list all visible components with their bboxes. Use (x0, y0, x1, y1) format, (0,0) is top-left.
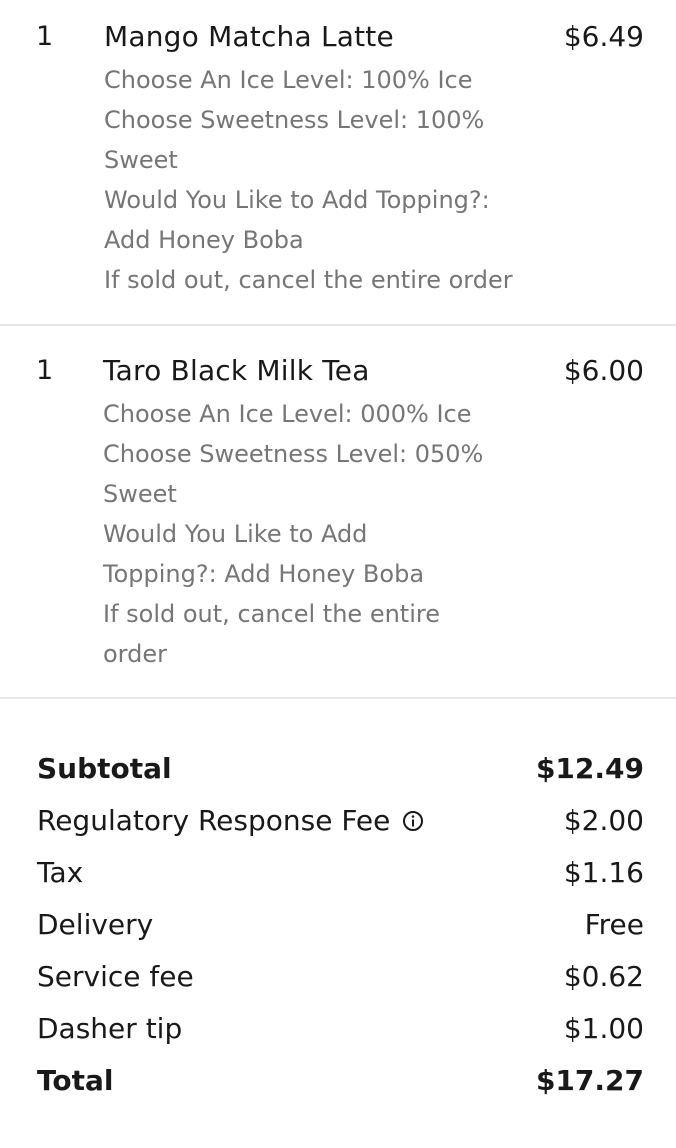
delivery-row: Delivery Free (0, 901, 676, 953)
total-row: Total $17.27 (0, 1057, 676, 1109)
item-quantity: 1 (36, 355, 54, 386)
service-fee-value: $0.62 (563, 960, 644, 993)
subtotal-label: Subtotal (37, 752, 172, 785)
regulatory-fee-label-wrap: Regulatory Response Fee (37, 803, 424, 839)
item-price: $6.00 (563, 354, 644, 387)
item-options: Choose An Ice Level: 000% Ice Choose Swe… (103, 394, 523, 674)
service-fee-label: Service fee (37, 960, 194, 993)
item-option-line: Would You Like to Add Topping?: (104, 186, 490, 214)
divider (0, 697, 676, 699)
tax-label: Tax (37, 856, 84, 889)
info-icon[interactable] (402, 810, 424, 832)
total-value: $17.27 (535, 1064, 644, 1097)
item-option-line: If sold out, cancel the entire order (104, 266, 513, 294)
item-quantity: 1 (36, 21, 54, 52)
order-summary: Subtotal $12.49 Regulatory Response Fee … (0, 745, 676, 1109)
regulatory-fee-row: Regulatory Response Fee $2.00 (0, 797, 676, 849)
total-label: Total (37, 1064, 114, 1097)
item-option-line: order (103, 640, 167, 668)
regulatory-fee-label: Regulatory Response Fee (37, 804, 391, 837)
item-option-line: Add Honey Boba (104, 226, 304, 254)
service-fee-row: Service fee $0.62 (0, 953, 676, 1005)
item-option-line: Choose Sweetness Level: 100% (104, 106, 485, 134)
item-name: Taro Black Milk Tea (103, 354, 370, 387)
item-price: $6.49 (563, 20, 644, 53)
item-option-line: Choose An Ice Level: 000% Ice (103, 400, 472, 428)
delivery-label: Delivery (37, 908, 154, 941)
item-options: Choose An Ice Level: 100% Ice Choose Swe… (104, 60, 544, 300)
delivery-value: Free (584, 908, 644, 941)
item-option-line: Would You Like to Add (103, 520, 368, 548)
dasher-tip-value: $1.00 (563, 1012, 644, 1045)
dasher-tip-row: Dasher tip $1.00 (0, 1005, 676, 1057)
item-option-line: If sold out, cancel the entire (103, 600, 440, 628)
item-option-line: Choose An Ice Level: 100% Ice (104, 66, 473, 94)
order-item: 1 Taro Black Milk Tea $6.00 Choose An Ic… (0, 326, 676, 696)
item-option-line: Sweet (103, 480, 177, 508)
order-item: 1 Mango Matcha Latte $6.49 Choose An Ice… (0, 0, 676, 324)
regulatory-fee-value: $2.00 (563, 804, 644, 837)
subtotal-row: Subtotal $12.49 (0, 745, 676, 797)
item-option-line: Sweet (104, 146, 178, 174)
item-option-line: Choose Sweetness Level: 050% (103, 440, 484, 468)
dasher-tip-label: Dasher tip (37, 1012, 183, 1045)
item-name: Mango Matcha Latte (104, 20, 394, 53)
item-option-line: Topping?: Add Honey Boba (103, 560, 425, 588)
tax-value: $1.16 (563, 856, 644, 889)
tax-row: Tax $1.16 (0, 849, 676, 901)
subtotal-value: $12.49 (535, 752, 644, 785)
